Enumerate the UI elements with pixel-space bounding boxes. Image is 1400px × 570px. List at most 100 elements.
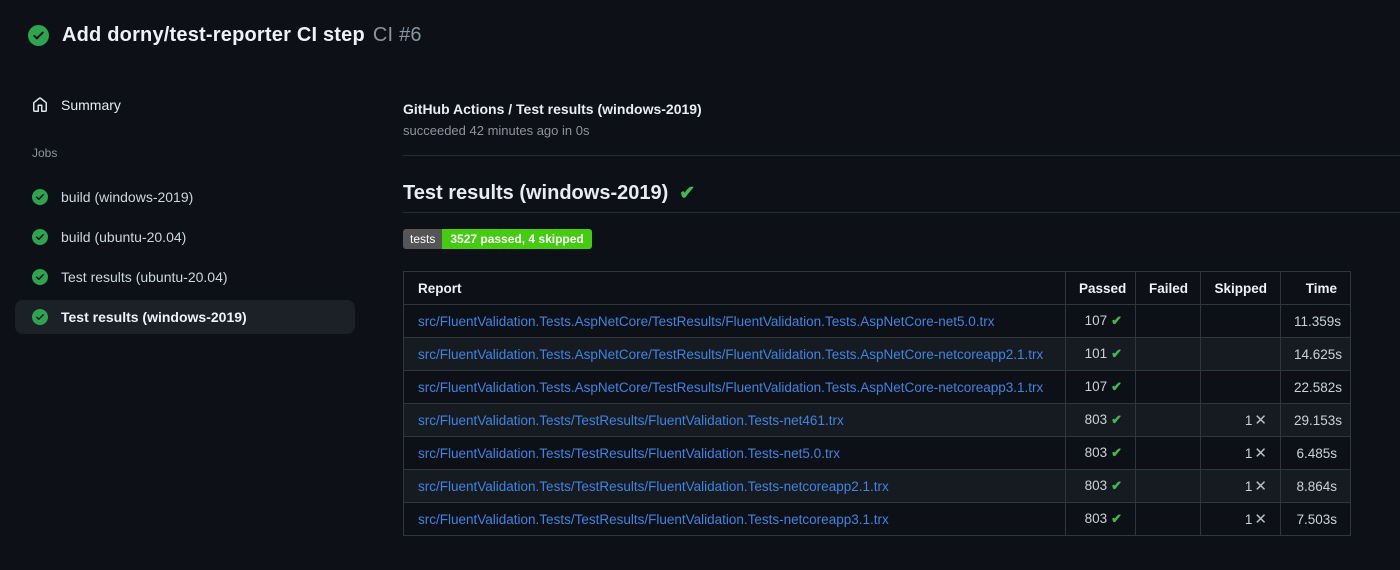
passed-cell: 107 ✔	[1065, 370, 1136, 404]
report-link[interactable]: src/FluentValidation.Tests/TestResults/F…	[418, 512, 889, 527]
table-row: src/FluentValidation.Tests/TestResults/F…	[403, 403, 1351, 437]
sidebar-job-item[interactable]: Test results (windows-2019)	[15, 300, 355, 334]
column-header-passed: Passed	[1065, 271, 1136, 305]
report-link[interactable]: src/FluentValidation.Tests.AspNetCore/Te…	[418, 314, 995, 329]
sidebar-job-item[interactable]: Test results (ubuntu-20.04)	[15, 260, 355, 294]
report-cell: src/FluentValidation.Tests/TestResults/F…	[403, 403, 1066, 437]
run-title-text: Add dorny/test-reporter CI step	[62, 24, 365, 46]
skip-x-icon: ✕	[1254, 511, 1267, 528]
table-row: src/FluentValidation.Tests.AspNetCore/Te…	[403, 304, 1351, 338]
job-success-icon	[32, 309, 48, 325]
skipped-cell: 1 ✕	[1200, 436, 1281, 470]
report-link[interactable]: src/FluentValidation.Tests/TestResults/F…	[418, 446, 840, 461]
skipped-cell	[1200, 337, 1281, 371]
skipped-count: 1	[1244, 479, 1253, 494]
skip-x-icon: ✕	[1254, 412, 1267, 429]
run-status-line: succeeded 42 minutes ago in 0s	[403, 123, 590, 138]
job-label: Test results (windows-2019)	[61, 309, 247, 325]
skipped-count: 1	[1244, 446, 1253, 461]
failed-cell	[1135, 469, 1201, 503]
job-label: Test results (ubuntu-20.04)	[61, 269, 228, 285]
time-cell: 29.153s	[1280, 403, 1351, 437]
home-icon	[32, 97, 48, 113]
pass-check-icon: ✔	[1111, 445, 1122, 460]
passed-cell: 803 ✔	[1065, 436, 1136, 470]
skip-x-icon: ✕	[1254, 445, 1267, 462]
failed-cell	[1135, 304, 1201, 338]
failed-cell	[1135, 502, 1201, 536]
skipped-cell	[1200, 304, 1281, 338]
table-row: src/FluentValidation.Tests.AspNetCore/Te…	[403, 337, 1351, 371]
skipped-count: 1	[1244, 413, 1253, 428]
sidebar-job-item[interactable]: build (ubuntu-20.04)	[15, 220, 355, 254]
job-label: build (ubuntu-20.04)	[61, 229, 187, 245]
job-success-icon	[32, 229, 48, 245]
sidebar-job-item[interactable]: build (windows-2019)	[15, 180, 355, 214]
passed-cell: 803 ✔	[1065, 403, 1136, 437]
run-title: Add dorny/test-reporter CI step CI #6	[62, 24, 422, 47]
failed-cell	[1135, 436, 1201, 470]
pass-check-icon: ✔	[1111, 511, 1122, 526]
column-header-report: Report	[403, 271, 1066, 305]
table-row: src/FluentValidation.Tests.AspNetCore/Te…	[403, 370, 1351, 404]
report-link[interactable]: src/FluentValidation.Tests/TestResults/F…	[418, 413, 844, 428]
report-cell: src/FluentValidation.Tests/TestResults/F…	[403, 469, 1066, 503]
job-label: build (windows-2019)	[61, 189, 194, 205]
report-cell: src/FluentValidation.Tests/TestResults/F…	[403, 436, 1066, 470]
passed-count: 803	[1084, 511, 1108, 526]
report-cell: src/FluentValidation.Tests/TestResults/F…	[403, 502, 1066, 536]
passed-cell: 803 ✔	[1065, 502, 1136, 536]
run-status-success-icon	[28, 25, 49, 46]
skipped-cell: 1 ✕	[1200, 502, 1281, 536]
sidebar: Summary Jobs build (windows-2019) build (…	[15, 90, 355, 340]
time-cell: 14.625s	[1280, 337, 1351, 371]
summary-label: Summary	[61, 97, 121, 113]
sidebar-item-summary[interactable]: Summary	[15, 90, 355, 120]
passed-count: 107	[1084, 313, 1108, 328]
run-header: Add dorny/test-reporter CI step CI #6	[28, 24, 422, 47]
pass-check-icon: ✔	[1111, 313, 1122, 328]
tests-badge-label: tests	[403, 229, 443, 249]
report-heading: Test results (windows-2019) ✔	[403, 182, 695, 205]
pass-check-icon: ✔	[1111, 346, 1122, 361]
time-cell: 22.582s	[1280, 370, 1351, 404]
skipped-count: 1	[1244, 512, 1253, 527]
passed-cell: 107 ✔	[1065, 304, 1136, 338]
report-link[interactable]: src/FluentValidation.Tests.AspNetCore/Te…	[418, 347, 1043, 362]
skipped-cell	[1200, 370, 1281, 404]
skipped-cell: 1 ✕	[1200, 403, 1281, 437]
test-results-table: Report Passed Failed Skipped Time src/Fluent…	[403, 271, 1351, 536]
report-cell: src/FluentValidation.Tests.AspNetCore/Te…	[403, 304, 1066, 338]
divider	[403, 212, 1400, 213]
column-header-failed: Failed	[1135, 271, 1201, 305]
tests-badge: tests 3527 passed, 4 skipped	[403, 229, 592, 249]
passed-count: 803	[1084, 478, 1108, 493]
report-cell: src/FluentValidation.Tests.AspNetCore/Te…	[403, 337, 1066, 371]
passed-count: 107	[1084, 379, 1108, 394]
table-row: src/FluentValidation.Tests/TestResults/F…	[403, 436, 1351, 470]
table-row: src/FluentValidation.Tests/TestResults/F…	[403, 502, 1351, 536]
run-number: CI #6	[372, 24, 422, 46]
report-link[interactable]: src/FluentValidation.Tests.AspNetCore/Te…	[418, 380, 1043, 395]
check-run-breadcrumb: GitHub Actions / Test results (windows-2…	[403, 101, 702, 117]
tests-badge-value: 3527 passed, 4 skipped	[442, 229, 592, 249]
jobs-section-label: Jobs	[32, 146, 58, 160]
passed-count: 101	[1084, 346, 1108, 361]
divider	[403, 155, 1400, 156]
failed-cell	[1135, 403, 1201, 437]
report-cell: src/FluentValidation.Tests.AspNetCore/Te…	[403, 370, 1066, 404]
failed-cell	[1135, 337, 1201, 371]
passed-cell: 803 ✔	[1065, 469, 1136, 503]
report-heading-text: Test results (windows-2019)	[403, 182, 669, 204]
pass-check-icon: ✔	[1111, 379, 1122, 394]
pass-check-icon: ✔	[1111, 412, 1122, 427]
passed-count: 803	[1084, 412, 1108, 427]
skipped-cell: 1 ✕	[1200, 469, 1281, 503]
success-check-icon: ✔	[679, 183, 696, 204]
time-cell: 11.359s	[1280, 304, 1351, 338]
time-cell: 8.864s	[1280, 469, 1351, 503]
pass-check-icon: ✔	[1111, 478, 1122, 493]
report-link[interactable]: src/FluentValidation.Tests/TestResults/F…	[418, 479, 889, 494]
job-success-icon	[32, 269, 48, 285]
jobs-list: build (windows-2019) build (ubuntu-20.04)…	[15, 180, 355, 334]
